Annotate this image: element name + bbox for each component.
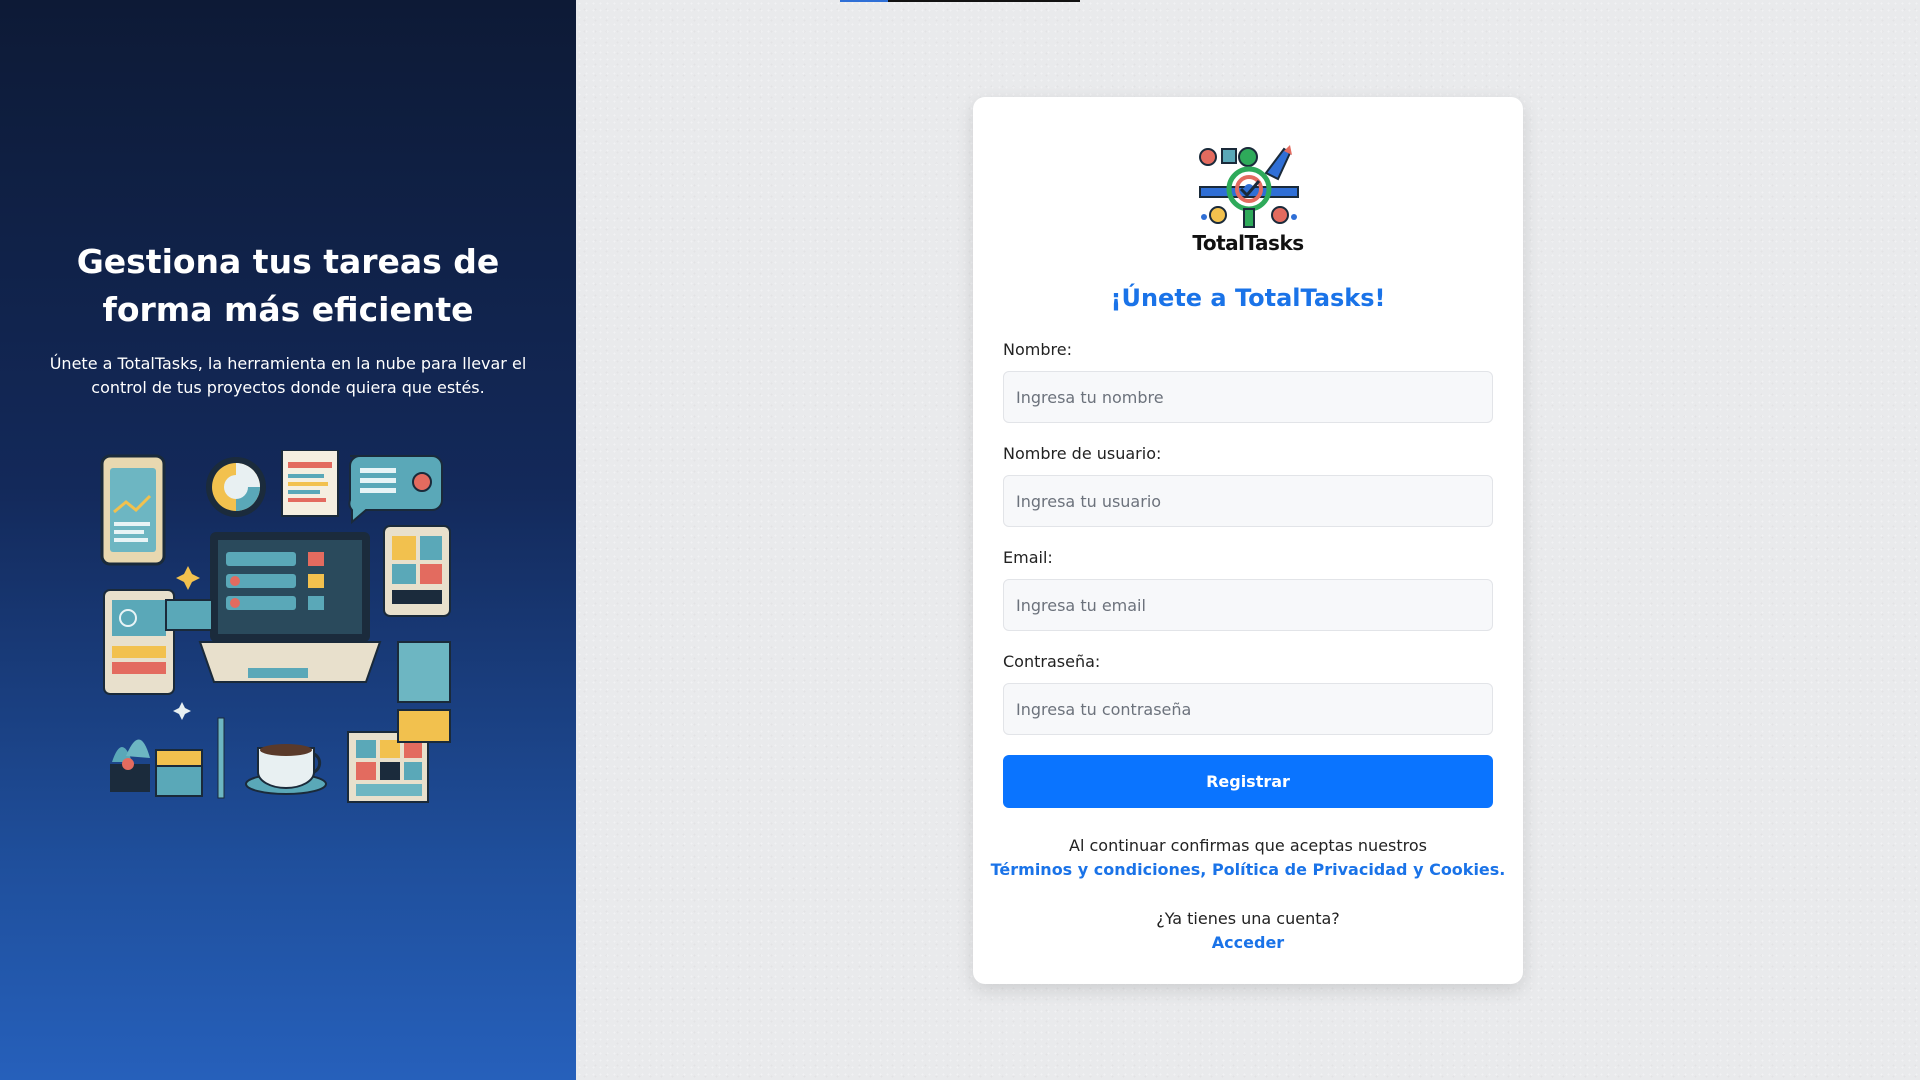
- email-input[interactable]: [1003, 579, 1493, 631]
- hero-title: Gestiona tus tareas de forma más eficien…: [76, 242, 500, 329]
- hero-subtitle: Únete a TotalTasks, la herramienta en la…: [49, 354, 527, 397]
- form-title: ¡Únete a TotalTasks!: [1110, 284, 1386, 312]
- username-label: Nombre de usuario:: [1003, 444, 1162, 463]
- login-link[interactable]: Acceder: [973, 931, 1523, 955]
- register-button[interactable]: Registrar: [1003, 755, 1493, 808]
- name-input[interactable]: [1003, 371, 1493, 423]
- account-prompt: ¿Ya tienes una cuenta?: [1156, 909, 1340, 928]
- productivity-illustration: [100, 450, 451, 803]
- username-input[interactable]: [1003, 475, 1493, 527]
- password-label: Contraseña:: [1003, 652, 1101, 671]
- register-card: TotalTasks ¡Únete a TotalTasks! Nombre: …: [973, 97, 1523, 984]
- terms-notice: Al continuar confirmas que aceptas nuest…: [1069, 836, 1427, 855]
- password-input[interactable]: [1003, 683, 1493, 735]
- logo-wordmark: TotalTasks: [1192, 231, 1304, 255]
- email-label: Email:: [1003, 548, 1053, 567]
- terms-link[interactable]: Términos y condiciones, Política de Priv…: [973, 858, 1523, 882]
- hero-panel: Gestiona tus tareas de forma más eficien…: [0, 0, 576, 1080]
- name-label: Nombre:: [1003, 340, 1072, 359]
- top-tab-indicator: [840, 0, 1080, 2]
